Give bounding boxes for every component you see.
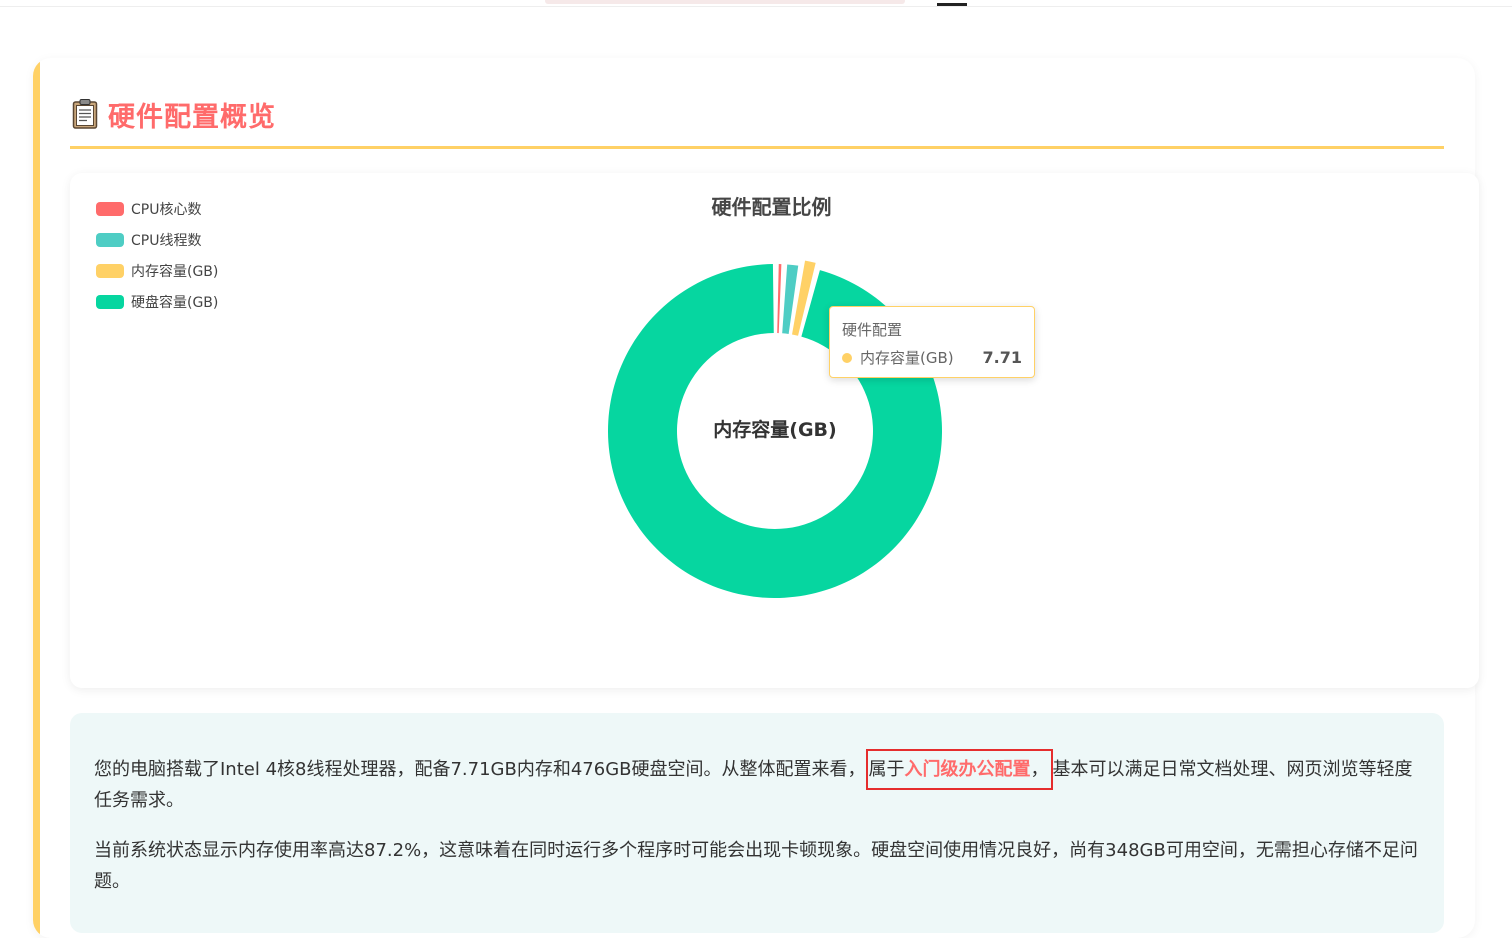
tooltip-dot xyxy=(842,352,852,363)
summary-text: 您的电脑搭载了Intel 4核8线程处理器，配备7.71GB内存和476GB硬盘… xyxy=(94,759,866,780)
tooltip-row: 内存容量(GB) 7.71 xyxy=(842,347,1022,368)
donut-slice-1[interactable] xyxy=(777,264,782,334)
top-faded-heading xyxy=(545,0,905,4)
chart-panel: CPU核心数 CPU线程数 内存容量(GB) 硬盘容量(GB) 硬件配置比例 内… xyxy=(70,173,1479,688)
clipboard-icon xyxy=(72,98,98,130)
tooltip-label: 内存容量(GB) xyxy=(860,349,954,367)
section-title: 硬件配置概览 xyxy=(108,101,276,133)
summary-paragraph-1: 您的电脑搭载了Intel 4核8线程处理器，配备7.71GB内存和476GB硬盘… xyxy=(94,749,1424,816)
card-accent-bar xyxy=(33,58,40,938)
tooltip-value: 7.71 xyxy=(982,348,1022,367)
summary-box: 您的电脑搭载了Intel 4核8线程处理器，配备7.71GB内存和476GB硬盘… xyxy=(70,713,1444,933)
donut-chart: 内存容量(GB) xyxy=(608,260,942,598)
section-header: 硬件配置概览 xyxy=(70,88,1444,149)
highlight-prefix: 属于 xyxy=(868,759,905,780)
tooltip-title: 硬件配置 xyxy=(842,321,903,339)
highlight-emphasis: 入门级办公配置 xyxy=(904,759,1031,780)
donut-center-label: 内存容量(GB) xyxy=(713,418,836,441)
highlight-box: 属于入门级办公配置， xyxy=(865,749,1053,790)
chart-tooltip: 硬件配置 内存容量(GB) 7.71 xyxy=(829,306,1035,378)
top-underline-mark xyxy=(937,3,967,6)
highlight-suffix: ， xyxy=(1030,759,1049,780)
summary-paragraph-2: 当前系统状态显示内存使用率高达87.2%，这意味着在同时运行多个程序时可能会出现… xyxy=(94,840,1418,892)
